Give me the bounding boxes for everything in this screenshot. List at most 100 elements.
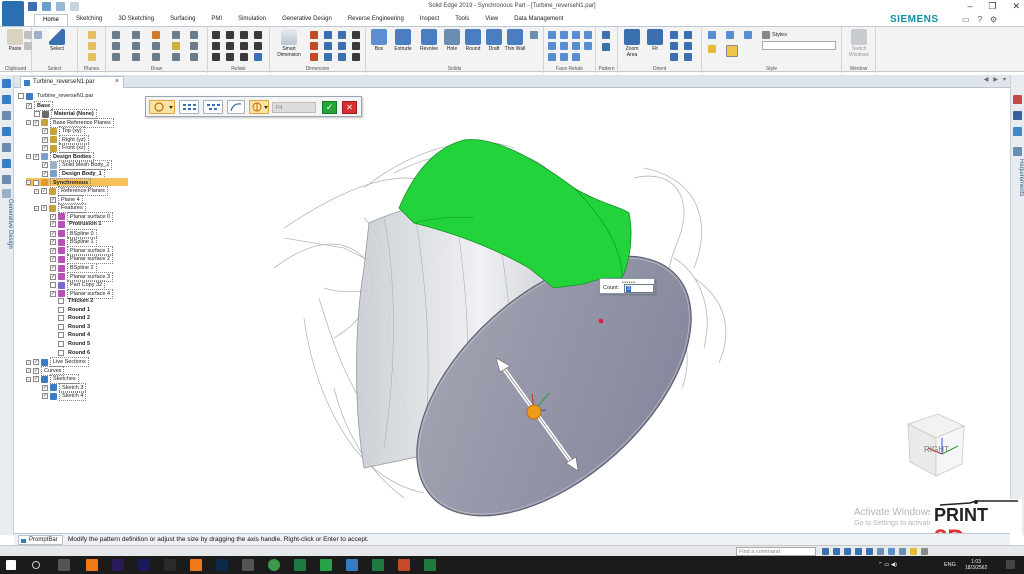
tree-node[interactable]: − ✓ Sketches <box>26 374 79 385</box>
zoom-status-icon[interactable] <box>833 548 840 555</box>
visibility-checkbox[interactable] <box>58 332 64 339</box>
tree-node[interactable]: − ✓ Reference Planes <box>34 186 108 197</box>
tree-node[interactable]: ✓ BSpline 1 <box>50 237 97 248</box>
tab-data-management[interactable]: Data Management <box>506 14 571 26</box>
tree-node[interactable]: − ✓ Design Bodies <box>26 151 95 162</box>
tab-surfacing[interactable]: Surfacing <box>162 14 203 26</box>
generative-design-label[interactable]: Generative Design <box>1 199 13 269</box>
visibility-checkbox[interactable]: ✓ <box>50 196 56 203</box>
perpendicular-icon[interactable] <box>240 42 248 50</box>
visibility-checkbox[interactable] <box>58 298 64 305</box>
search-icon[interactable] <box>32 561 40 569</box>
document-tab[interactable]: Turbine_reverseN1.par × <box>20 76 124 88</box>
mirror-icon[interactable] <box>172 42 180 50</box>
expand-toggle-icon[interactable]: − <box>34 188 39 194</box>
circular-pattern-button[interactable] <box>249 100 269 114</box>
visibility-checkbox[interactable]: ✓ <box>33 376 39 383</box>
circle-icon[interactable] <box>112 53 120 61</box>
requirements-icon[interactable] <box>1013 147 1022 156</box>
variable-table-icon[interactable] <box>310 53 318 61</box>
visibility-checkbox[interactable] <box>18 93 24 99</box>
draft-button[interactable]: Draft <box>484 29 504 52</box>
tree-node[interactable]: ✓ Planar surface 1 <box>50 245 114 256</box>
cancel-button[interactable]: ✕ <box>342 101 357 114</box>
tree-node[interactable]: ✓ Right (yz) <box>42 134 89 145</box>
excel-icon-3[interactable] <box>424 559 436 571</box>
shaded-status-icon[interactable] <box>888 548 895 555</box>
annotation-icon[interactable] <box>352 31 360 39</box>
view-orientation-icon[interactable] <box>684 42 692 50</box>
library-icon[interactable] <box>2 159 11 168</box>
twitter-icon[interactable] <box>1013 127 1022 136</box>
minimize-ribbon-icon[interactable]: ▭ <box>962 15 970 24</box>
tree-node[interactable]: ✓ Base <box>26 100 54 111</box>
rigid-icon[interactable] <box>240 53 248 61</box>
tree-node[interactable]: Round 1 <box>58 306 92 314</box>
sketch-view-icon[interactable] <box>670 53 678 61</box>
presentation-icon[interactable] <box>398 559 410 571</box>
paste-button[interactable]: Paste <box>4 29 26 52</box>
family-of-parts-icon[interactable] <box>2 127 11 136</box>
requirements-label[interactable]: Requirements <box>1012 159 1024 209</box>
concentric-icon[interactable] <box>240 31 248 39</box>
revolve-button[interactable]: Revolve <box>416 29 442 52</box>
illustrator-icon[interactable] <box>190 559 202 571</box>
visibility-checkbox[interactable]: ✓ <box>42 384 48 391</box>
visibility-checkbox[interactable] <box>58 306 64 313</box>
lock-icon[interactable] <box>254 42 262 50</box>
fillet-icon[interactable] <box>152 53 160 61</box>
tab-home[interactable]: Home <box>34 14 69 26</box>
equal-radius-icon[interactable] <box>584 42 592 50</box>
tree-node[interactable]: − ✓ Features <box>34 203 86 214</box>
angular-coordinate-icon[interactable] <box>324 42 332 50</box>
expand-toggle-icon[interactable]: − <box>34 205 39 211</box>
rotate-icon[interactable] <box>190 42 198 50</box>
windows-start-icon[interactable] <box>6 560 16 570</box>
coordinate-dimension-icon[interactable] <box>338 31 346 39</box>
rotate-status-icon[interactable] <box>866 548 873 555</box>
tree-node[interactable]: ✓ Protrusion 1 <box>50 220 103 228</box>
callout-icon[interactable] <box>352 42 360 50</box>
visibility-checkbox[interactable]: ✓ <box>50 230 56 237</box>
dimension-style-icon[interactable] <box>338 42 346 50</box>
rectangular-pattern-button[interactable] <box>179 100 199 114</box>
tab-pmi[interactable]: PMI <box>203 14 230 26</box>
tangent-face-icon[interactable] <box>548 42 556 50</box>
attach-icon[interactable] <box>324 53 332 61</box>
rectangle-icon[interactable] <box>112 42 120 50</box>
expand-toggle-icon[interactable]: − <box>26 359 31 365</box>
visibility-checkbox[interactable]: ✓ <box>50 290 56 297</box>
tab-reverse-engineering[interactable]: Reverse Engineering <box>340 14 412 26</box>
tab-view[interactable]: View <box>477 14 506 26</box>
fill-pattern-button[interactable] <box>203 100 223 114</box>
solid-edge-taskbar-icon[interactable] <box>346 559 358 571</box>
tree-node[interactable]: ✓ Sketch 3 <box>42 382 87 393</box>
tree-node[interactable]: ✓ Plane 4 <box>50 194 83 205</box>
connect-icon[interactable] <box>212 31 220 39</box>
visibility-checkbox[interactable]: ✓ <box>42 136 48 143</box>
view-status-icon[interactable] <box>877 548 884 555</box>
feature-library-icon[interactable] <box>2 111 11 120</box>
coplanar-icon[interactable] <box>548 31 556 39</box>
smart-dimension-button[interactable]: Smart Dimension <box>274 29 304 58</box>
visibility-checkbox[interactable] <box>58 323 64 330</box>
fit-status-icon[interactable] <box>844 548 851 555</box>
tree-node[interactable]: ✓ Planar surface 0 <box>50 211 114 222</box>
symmetric-diameter-icon[interactable] <box>310 42 318 50</box>
tree-node[interactable]: − ✓ Base Reference Planes <box>26 117 114 128</box>
help-icon[interactable]: ? <box>978 15 982 24</box>
scale-icon[interactable] <box>190 53 198 61</box>
pan-icon[interactable] <box>684 31 692 39</box>
maximize-button[interactable]: ❐ <box>988 1 996 12</box>
tree-node[interactable]: ✓ Design Body_1 <box>42 168 105 179</box>
hole-button[interactable]: Hole <box>442 29 462 52</box>
tree-node[interactable]: ✓ Planar surface 2 <box>50 254 114 265</box>
visibility-checkbox[interactable]: ✓ <box>50 213 56 220</box>
view-cube[interactable]: RIGHT <box>902 408 968 480</box>
file-manager-icon[interactable] <box>86 559 98 571</box>
pattern-options-button[interactable] <box>149 100 175 114</box>
mirror-pattern-icon[interactable] <box>602 43 610 51</box>
promptbar-tab[interactable]: PromptBar <box>18 535 63 545</box>
selection-filter-icon[interactable] <box>34 31 42 39</box>
symmetric-icon[interactable] <box>226 53 234 61</box>
